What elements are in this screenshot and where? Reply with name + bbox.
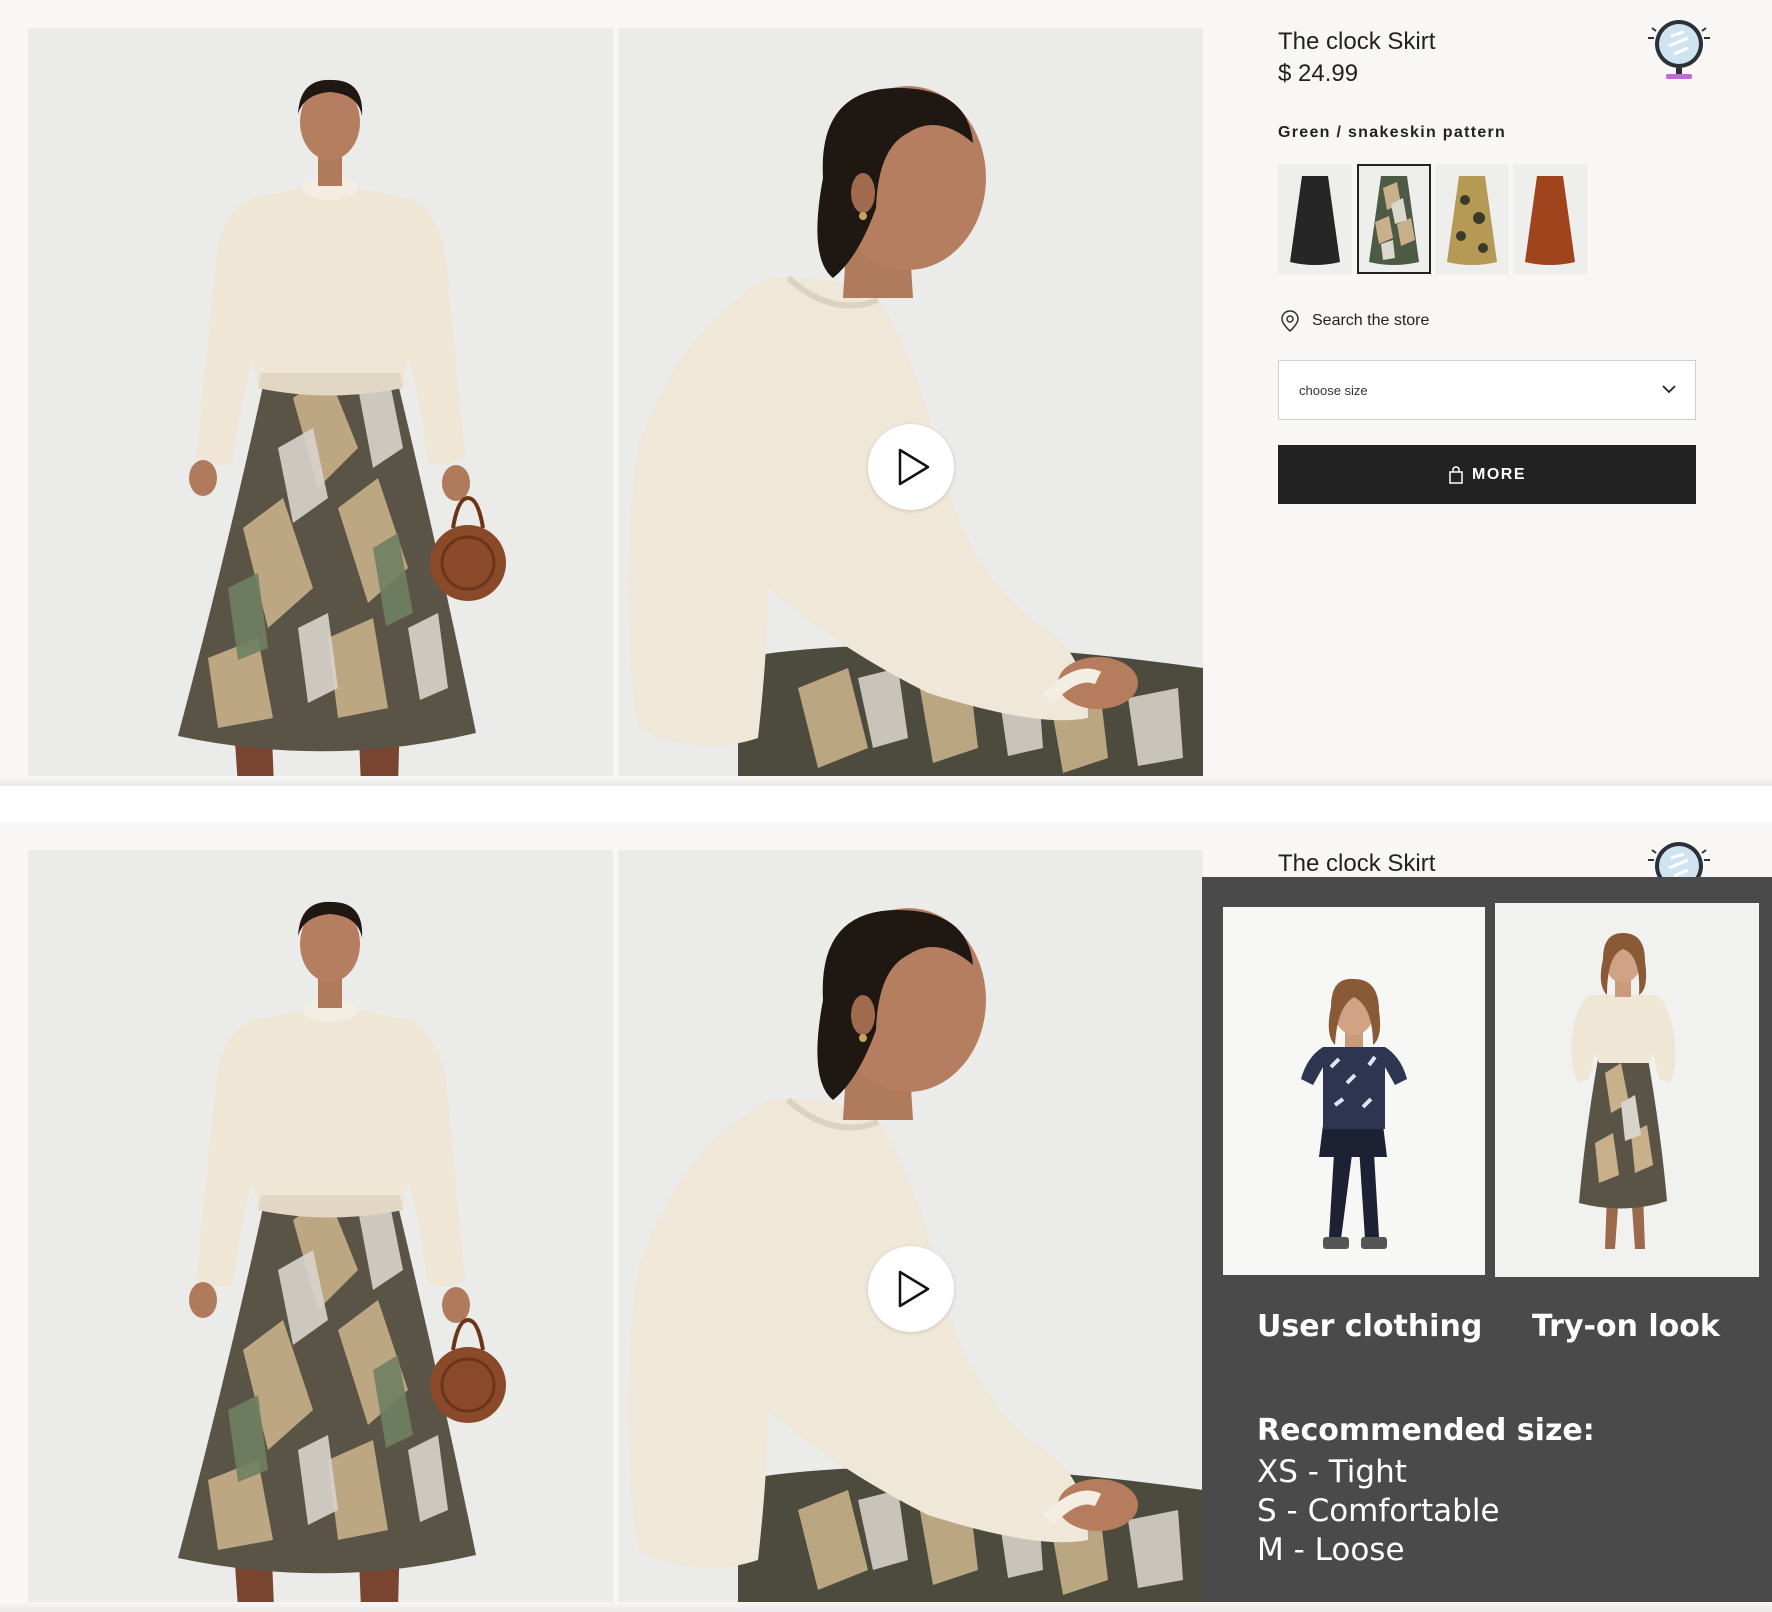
product-price: $ 24.99 [1278, 60, 1359, 87]
recommended-size-title: Recommended size: [1257, 1413, 1595, 1448]
tryon-look-illustration [1495, 903, 1759, 1277]
shopping-bag-icon [1449, 465, 1463, 484]
size-select-placeholder: choose size [1299, 383, 1368, 398]
more-button-label: MORE [1472, 465, 1526, 483]
product-photo-full-length[interactable] [28, 28, 613, 786]
chevron-down-icon [1662, 385, 1676, 394]
play-video-button[interactable] [868, 424, 954, 510]
panel-divider [0, 776, 1772, 786]
product-photo-seated[interactable] [618, 28, 1203, 786]
color-name: Green / snakeskin pattern [1278, 124, 1507, 141]
model-full-length-illustration [28, 28, 613, 786]
model-seated-illustration [618, 850, 1203, 1608]
size-recommendation: XS - Tight [1257, 1454, 1407, 1490]
product-photo-seated[interactable] [618, 850, 1203, 1608]
product-title: The clock Skirt [1278, 850, 1436, 877]
swatch-yellow-floral[interactable] [1435, 164, 1509, 274]
product-photo-full-length[interactable] [28, 850, 613, 1608]
user-clothing-caption: User clothing [1257, 1309, 1483, 1344]
search-store-link[interactable]: Search the store [1278, 309, 1429, 333]
product-page-tryon: The clock Skirt $ 24.99 MORE [0, 822, 1772, 1612]
product-title: The clock Skirt [1278, 28, 1436, 55]
location-pin-icon [1281, 310, 1299, 332]
swatch-rust[interactable] [1513, 164, 1587, 274]
panel-divider [0, 1602, 1772, 1612]
model-full-length-illustration [28, 850, 613, 1608]
play-icon [898, 448, 930, 486]
user-clothing-photo[interactable] [1223, 907, 1485, 1275]
swatch-green-snakeskin[interactable] [1357, 164, 1431, 274]
product-page-default: The clock Skirt $ 24.99 Green / snakeski… [0, 0, 1772, 786]
model-seated-illustration [618, 28, 1203, 786]
size-recommendation: M - Loose [1257, 1532, 1405, 1568]
size-recommendation: S - Comfortable [1257, 1493, 1500, 1529]
search-store-label: Search the store [1312, 312, 1430, 329]
tryon-overlay: User clothing Try-on look Recommended si… [1202, 877, 1772, 1612]
mirror-icon[interactable] [1644, 16, 1714, 82]
recommended-size-list: XS - Tight S - Comfortable M - Loose [1257, 1453, 1500, 1570]
tryon-look-photo[interactable] [1495, 903, 1759, 1277]
play-video-button[interactable] [868, 1246, 954, 1332]
play-icon [898, 1270, 930, 1308]
more-button[interactable]: MORE [1278, 445, 1696, 504]
user-clothing-illustration [1223, 907, 1485, 1275]
tryon-look-caption: Try-on look [1532, 1309, 1720, 1344]
swatch-black[interactable] [1278, 164, 1352, 274]
size-select[interactable]: choose size [1278, 360, 1696, 420]
